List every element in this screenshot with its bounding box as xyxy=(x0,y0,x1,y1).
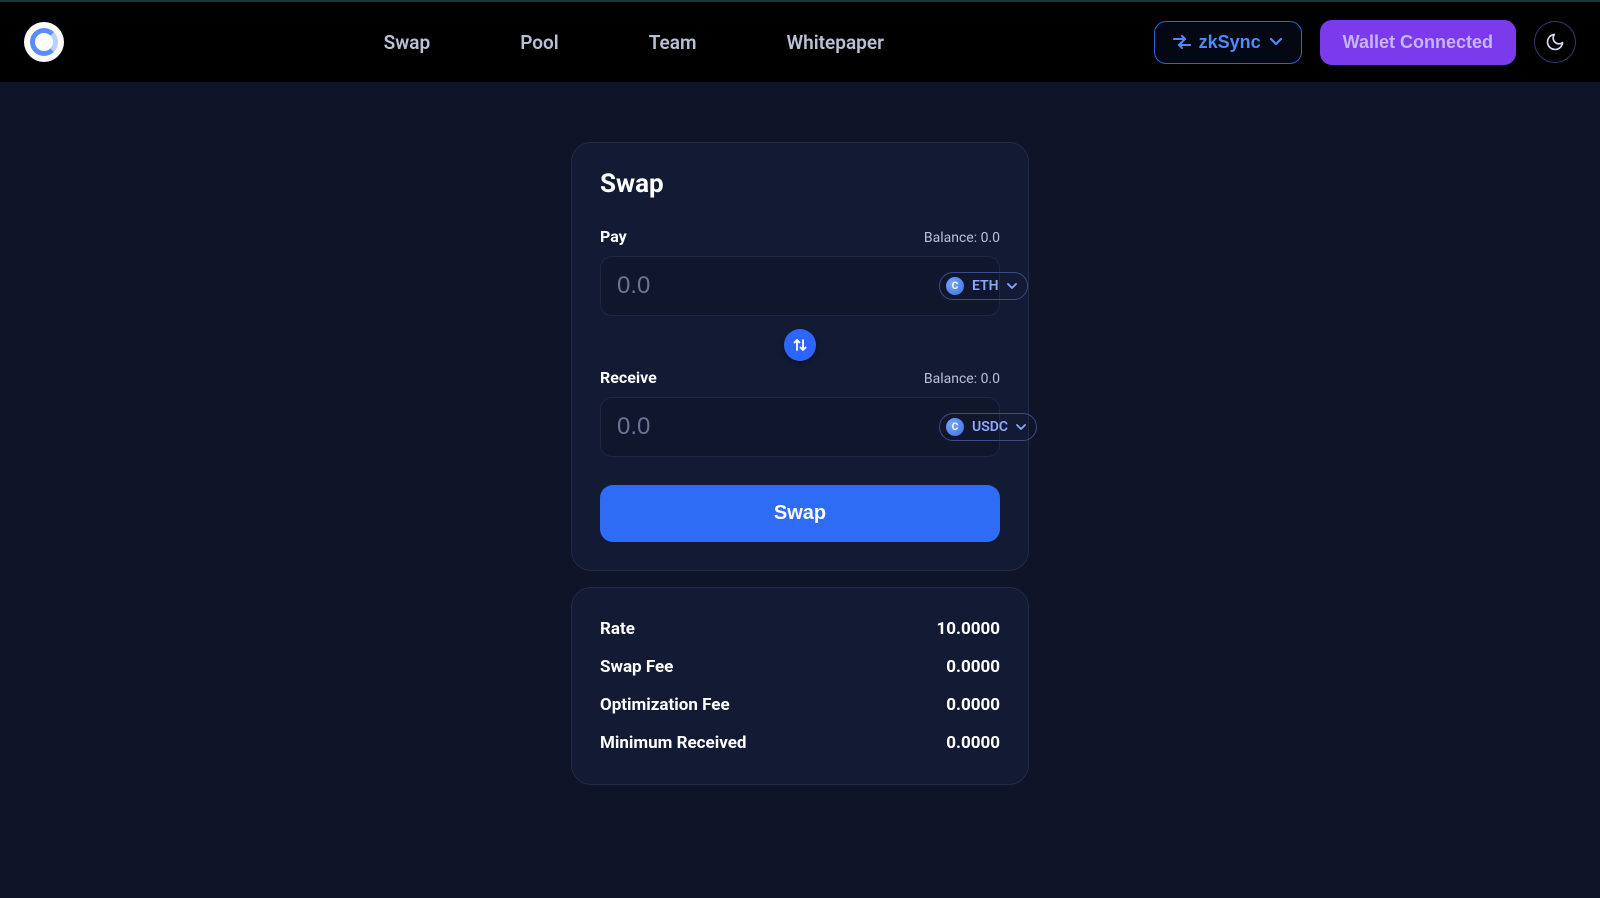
pay-token-label: ETH xyxy=(972,278,999,294)
receive-input-row: C USDC xyxy=(600,397,1000,457)
receive-balance: Balance: 0.0 xyxy=(924,371,1000,387)
chevron-down-icon xyxy=(1269,37,1283,47)
info-label: Optimization Fee xyxy=(600,695,730,715)
wallet-button[interactable]: Wallet Connected xyxy=(1320,20,1516,65)
pay-input-row: C ETH xyxy=(600,256,1000,316)
nav-team[interactable]: Team xyxy=(649,31,697,54)
chevron-down-icon xyxy=(1007,281,1017,291)
receive-token-selector[interactable]: C USDC xyxy=(939,413,1037,441)
swap-arrows-icon xyxy=(1173,35,1191,49)
swap-button[interactable]: Swap xyxy=(600,485,1000,542)
info-row-min-received: Minimum Received 0.0000 xyxy=(600,724,1000,762)
network-selector[interactable]: zkSync xyxy=(1154,21,1302,64)
nav-pool[interactable]: Pool xyxy=(520,31,559,54)
swap-divider xyxy=(600,324,1000,366)
logo-icon xyxy=(30,28,58,56)
info-value: 0.0000 xyxy=(946,695,1000,715)
receive-header: Receive Balance: 0.0 xyxy=(600,368,1000,387)
main-area: Swap Pay Balance: 0.0 C ETH xyxy=(0,82,1600,785)
theme-toggle[interactable] xyxy=(1534,21,1576,63)
info-card: Rate 10.0000 Swap Fee 0.0000 Optimizatio… xyxy=(571,587,1029,785)
pay-label: Pay xyxy=(600,227,627,246)
receive-label: Receive xyxy=(600,368,657,387)
info-value: 10.0000 xyxy=(937,619,1000,639)
info-row-rate: Rate 10.0000 xyxy=(600,610,1000,648)
logo[interactable] xyxy=(24,22,64,62)
pay-balance: Balance: 0.0 xyxy=(924,230,1000,246)
swap-direction-button[interactable] xyxy=(784,329,816,361)
info-value: 0.0000 xyxy=(946,733,1000,753)
swap-vertical-icon xyxy=(792,337,808,353)
receive-token-label: USDC xyxy=(972,419,1008,435)
info-label: Minimum Received xyxy=(600,733,746,753)
pay-header: Pay Balance: 0.0 xyxy=(600,227,1000,246)
info-value: 0.0000 xyxy=(946,657,1000,677)
nav-swap[interactable]: Swap xyxy=(384,31,431,54)
network-label: zkSync xyxy=(1199,32,1261,53)
swap-card: Swap Pay Balance: 0.0 C ETH xyxy=(571,142,1029,571)
info-label: Rate xyxy=(600,619,635,639)
moon-icon xyxy=(1545,32,1565,52)
nav-whitepaper[interactable]: Whitepaper xyxy=(786,31,883,54)
token-icon: C xyxy=(946,277,964,295)
main-nav: Swap Pool Team Whitepaper xyxy=(134,31,1134,54)
chevron-down-icon xyxy=(1016,422,1026,432)
info-row-optimization-fee: Optimization Fee 0.0000 xyxy=(600,686,1000,724)
info-label: Swap Fee xyxy=(600,657,673,677)
card-title: Swap xyxy=(600,169,1000,199)
pay-token-selector[interactable]: C ETH xyxy=(939,272,1028,300)
info-row-swap-fee: Swap Fee 0.0000 xyxy=(600,648,1000,686)
header-right: zkSync Wallet Connected xyxy=(1154,20,1576,65)
receive-amount-input[interactable] xyxy=(615,412,929,442)
pay-amount-input[interactable] xyxy=(615,271,929,301)
token-icon: C xyxy=(946,418,964,436)
top-bar: Swap Pool Team Whitepaper zkSync Wallet … xyxy=(0,0,1600,82)
